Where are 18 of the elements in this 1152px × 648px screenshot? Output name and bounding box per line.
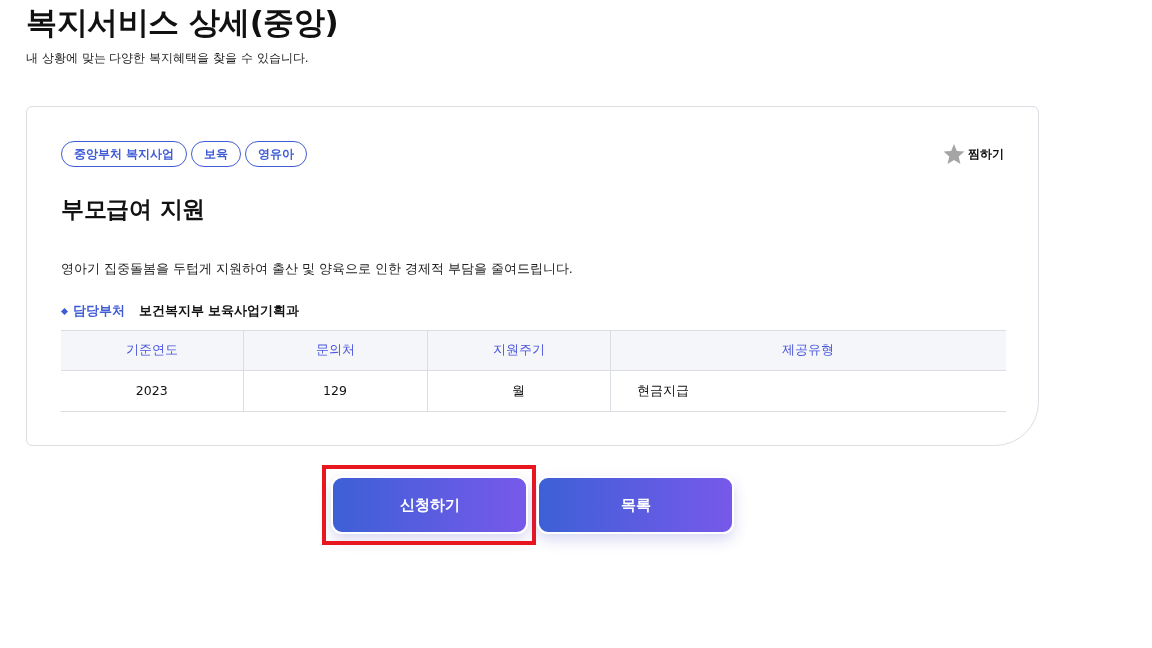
page-subtitle: 내 상황에 맞는 다양한 복지혜택을 찾을 수 있습니다. <box>26 50 310 66</box>
table-cell: 129 <box>243 370 427 412</box>
column-header: 문의처 <box>243 330 427 371</box>
service-title: 부모급여 지원 <box>61 195 206 224</box>
action-button[interactable]: 신청하기 <box>331 476 528 534</box>
favorite-button[interactable]: 찜하기 <box>943 143 1004 165</box>
service-description: 영아기 집중돌봄을 두텁게 지원하여 출산 및 양육으로 인한 경제적 부담을 줄여드립니다. <box>61 260 574 278</box>
department-value: 보건복지부 보육사업기획과 <box>139 302 300 320</box>
table-cell: 2023 <box>61 370 243 412</box>
page-title: 복지서비스 상세(중앙) <box>26 3 340 42</box>
bullet-icon <box>60 307 69 315</box>
table-cell: 현금지급 <box>610 370 1006 412</box>
column-header: 기준연도 <box>61 330 243 371</box>
column-header: 제공유형 <box>610 330 1006 371</box>
table-cell: 월 <box>427 370 610 412</box>
column-header: 지원주기 <box>427 330 610 371</box>
action-button[interactable]: 목록 <box>537 476 734 534</box>
department-label: 담당부처 <box>73 302 125 320</box>
